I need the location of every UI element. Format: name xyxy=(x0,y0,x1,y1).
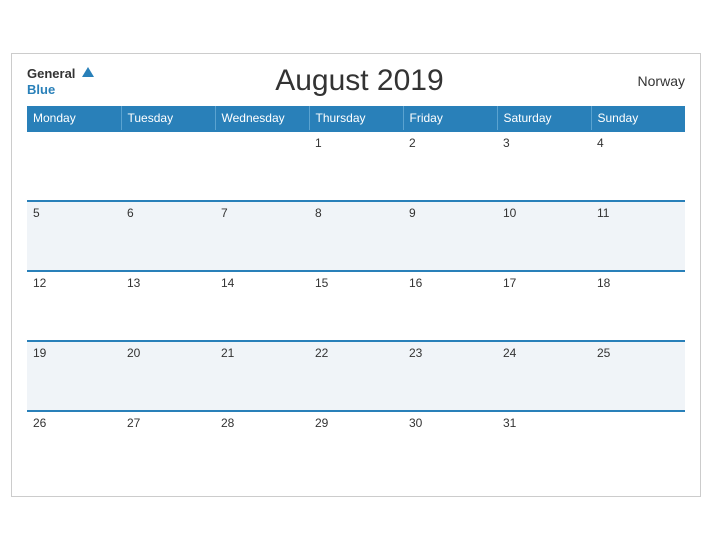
calendar-day-cell: 29 xyxy=(309,411,403,481)
calendar-day-cell: 30 xyxy=(403,411,497,481)
calendar-week-row: 5 6 7 8 9 10 11 xyxy=(27,201,685,271)
calendar-day-cell: 5 xyxy=(27,201,121,271)
calendar-day-cell: 19 xyxy=(27,341,121,411)
logo: General Blue xyxy=(27,65,94,97)
calendar-day-cell xyxy=(27,131,121,201)
calendar-body: 1234567891011121314151617181920212223242… xyxy=(27,131,685,481)
calendar-day-cell xyxy=(121,131,215,201)
calendar-day-cell: 28 xyxy=(215,411,309,481)
weekday-header: Wednesday xyxy=(215,106,309,131)
calendar-day-cell xyxy=(591,411,685,481)
day-number: 26 xyxy=(33,416,46,430)
calendar-day-cell: 15 xyxy=(309,271,403,341)
day-number: 25 xyxy=(597,346,610,360)
logo-triangle-icon xyxy=(82,67,94,77)
day-number: 12 xyxy=(33,276,46,290)
day-number: 15 xyxy=(315,276,328,290)
day-number: 13 xyxy=(127,276,140,290)
calendar-country: Norway xyxy=(625,73,685,89)
calendar-table: MondayTuesdayWednesdayThursdayFridaySatu… xyxy=(27,106,685,481)
day-number: 11 xyxy=(597,206,609,220)
day-number: 10 xyxy=(503,206,516,220)
calendar-day-cell: 24 xyxy=(497,341,591,411)
calendar-week-row: 26 27 28 29 30 31 xyxy=(27,411,685,481)
weekday-header: Tuesday xyxy=(121,106,215,131)
day-number: 31 xyxy=(503,416,516,430)
day-number: 1 xyxy=(315,136,322,150)
day-number: 21 xyxy=(221,346,234,360)
calendar-day-cell: 27 xyxy=(121,411,215,481)
day-number: 16 xyxy=(409,276,422,290)
calendar-week-row: 12 13 14 15 16 17 18 xyxy=(27,271,685,341)
day-number: 4 xyxy=(597,136,604,150)
calendar-day-cell: 11 xyxy=(591,201,685,271)
calendar-week-row: 1 2 3 4 xyxy=(27,131,685,201)
day-number: 7 xyxy=(221,206,228,220)
calendar-day-cell: 20 xyxy=(121,341,215,411)
day-number: 19 xyxy=(33,346,46,360)
weekday-header: Friday xyxy=(403,106,497,131)
calendar-title: August 2019 xyxy=(94,64,625,98)
calendar-day-cell: 13 xyxy=(121,271,215,341)
day-number: 9 xyxy=(409,206,416,220)
day-number: 14 xyxy=(221,276,234,290)
day-number: 28 xyxy=(221,416,234,430)
calendar-day-cell: 25 xyxy=(591,341,685,411)
calendar-day-cell: 2 xyxy=(403,131,497,201)
day-number: 18 xyxy=(597,276,610,290)
calendar-day-cell: 31 xyxy=(497,411,591,481)
day-number: 17 xyxy=(503,276,516,290)
calendar-day-cell: 22 xyxy=(309,341,403,411)
calendar-day-cell: 17 xyxy=(497,271,591,341)
calendar-day-cell: 16 xyxy=(403,271,497,341)
calendar-day-cell: 3 xyxy=(497,131,591,201)
calendar-day-cell xyxy=(215,131,309,201)
calendar-week-row: 19 20 21 22 23 24 25 xyxy=(27,341,685,411)
day-number: 20 xyxy=(127,346,140,360)
calendar-day-cell: 8 xyxy=(309,201,403,271)
weekday-header: Thursday xyxy=(309,106,403,131)
calendar-day-cell: 18 xyxy=(591,271,685,341)
day-number: 24 xyxy=(503,346,516,360)
calendar-day-cell: 4 xyxy=(591,131,685,201)
calendar-day-cell: 21 xyxy=(215,341,309,411)
day-number: 5 xyxy=(33,206,40,220)
calendar: General Blue August 2019 Norway MondayTu… xyxy=(11,53,701,497)
day-number: 6 xyxy=(127,206,134,220)
weekday-header: Saturday xyxy=(497,106,591,131)
day-number: 29 xyxy=(315,416,328,430)
calendar-day-cell: 14 xyxy=(215,271,309,341)
day-number: 23 xyxy=(409,346,422,360)
calendar-thead: MondayTuesdayWednesdayThursdayFridaySatu… xyxy=(27,106,685,131)
calendar-day-cell: 26 xyxy=(27,411,121,481)
calendar-day-cell: 6 xyxy=(121,201,215,271)
weekday-header: Sunday xyxy=(591,106,685,131)
day-number: 22 xyxy=(315,346,328,360)
weekday-header-row: MondayTuesdayWednesdayThursdayFridaySatu… xyxy=(27,106,685,131)
calendar-day-cell: 1 xyxy=(309,131,403,201)
logo-blue: Blue xyxy=(27,83,94,97)
calendar-day-cell: 12 xyxy=(27,271,121,341)
calendar-day-cell: 9 xyxy=(403,201,497,271)
calendar-day-cell: 23 xyxy=(403,341,497,411)
day-number: 8 xyxy=(315,206,322,220)
logo-general: General xyxy=(27,65,94,83)
weekday-header: Monday xyxy=(27,106,121,131)
calendar-header: General Blue August 2019 Norway xyxy=(27,64,685,98)
day-number: 27 xyxy=(127,416,140,430)
day-number: 3 xyxy=(503,136,510,150)
day-number: 30 xyxy=(409,416,422,430)
calendar-day-cell: 7 xyxy=(215,201,309,271)
calendar-day-cell: 10 xyxy=(497,201,591,271)
day-number: 2 xyxy=(409,136,416,150)
